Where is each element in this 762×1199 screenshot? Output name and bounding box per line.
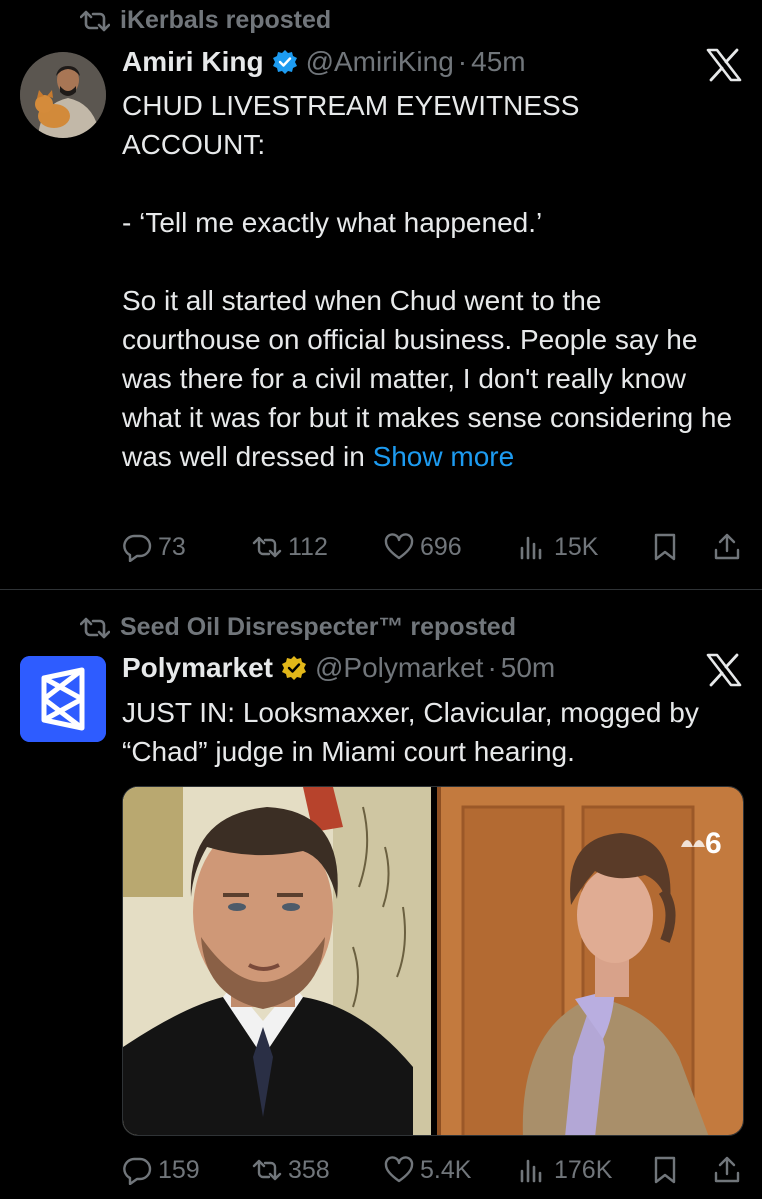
action-bar: 73 112 696 15K <box>122 530 744 564</box>
reply-count: 159 <box>158 1155 200 1184</box>
post-header: Amiri King @AmiriKing · 45m <box>122 46 526 78</box>
views-icon <box>520 1159 542 1183</box>
separator: · <box>487 652 497 683</box>
avatar-photo <box>20 52 106 138</box>
repost-icon <box>80 617 110 638</box>
reply-count: 73 <box>158 532 186 561</box>
repost-context[interactable]: iKerbals reposted <box>80 6 331 35</box>
repost-icon <box>252 536 282 558</box>
views-button[interactable]: 15K <box>518 532 598 562</box>
post-header: Polymarket @Polymarket · 50m <box>122 652 555 684</box>
share-button[interactable] <box>712 1155 742 1185</box>
post-text: CHUD LIVESTREAM EYEWITNESS ACCOUNT: - ‘T… <box>122 86 742 476</box>
bookmark-button[interactable] <box>650 532 680 562</box>
like-button[interactable]: 5.4K <box>384 1155 471 1185</box>
views-button[interactable]: 176K <box>518 1155 612 1185</box>
post-amiri-king[interactable]: iKerbals reposted Amiri King @AmiriKing … <box>0 0 762 590</box>
repost-button[interactable]: 358 <box>252 1155 330 1185</box>
repost-icon <box>80 10 110 31</box>
x-logo-icon <box>706 653 742 687</box>
post-text: JUST IN: Looksmaxxer, Clavicular, mogged… <box>122 693 742 771</box>
like-button[interactable]: 696 <box>384 532 462 562</box>
post-time[interactable]: 50m <box>501 652 555 684</box>
text-body: So it all started when Chud went to the … <box>122 281 742 476</box>
like-count: 696 <box>420 532 462 561</box>
like-icon <box>384 533 414 560</box>
text-quote: - ‘Tell me exactly what happened.’ <box>122 207 543 238</box>
bookmark-icon <box>654 533 676 561</box>
polymarket-logo-icon <box>20 656 106 742</box>
post-polymarket[interactable]: Seed Oil Disrespecter™ reposted Polymark… <box>0 591 762 1199</box>
text-line: JUST IN: Looksmaxxer, Clavicular, mogged… <box>122 697 699 728</box>
post-time[interactable]: 45m <box>471 46 525 78</box>
author-handle[interactable]: @AmiriKing <box>306 46 454 78</box>
views-icon <box>520 536 542 560</box>
text-line: CHUD LIVESTREAM EYEWITNESS <box>122 90 580 121</box>
x-logo-icon <box>706 48 742 82</box>
repost-context[interactable]: Seed Oil Disrespecter™ reposted <box>80 613 516 642</box>
action-bar: 159 358 5.4K 176K <box>122 1153 744 1187</box>
like-count: 5.4K <box>420 1155 472 1184</box>
author-name[interactable]: Polymarket <box>122 652 273 684</box>
verified-badge-icon <box>281 656 306 680</box>
repost-count: 112 <box>288 532 328 561</box>
like-icon <box>384 1156 414 1183</box>
avatar[interactable] <box>20 656 106 742</box>
author-handle[interactable]: @Polymarket <box>315 652 483 684</box>
share-button[interactable] <box>712 532 742 562</box>
separator: · <box>457 46 468 77</box>
verified-badge-icon <box>272 50 297 74</box>
text-line: ACCOUNT: <box>122 129 266 160</box>
media-watermark: 6 <box>705 827 722 860</box>
repost-count: 358 <box>288 1155 330 1184</box>
post-media[interactable]: 6 <box>122 786 744 1136</box>
media-image: 6 <box>123 787 743 1135</box>
show-more-link[interactable]: Show more <box>373 441 515 472</box>
bookmark-button[interactable] <box>650 1155 680 1185</box>
reply-icon <box>123 534 152 562</box>
avatar[interactable] <box>20 52 106 138</box>
views-count: 15K <box>554 532 599 561</box>
bookmark-icon <box>654 1156 676 1184</box>
reply-button[interactable]: 73 <box>122 532 186 562</box>
repost-label: Seed Oil Disrespecter™ reposted <box>120 613 516 641</box>
reply-icon <box>123 1157 152 1185</box>
post-divider <box>0 589 762 590</box>
author-name[interactable]: Amiri King <box>122 46 264 78</box>
reply-button[interactable]: 159 <box>122 1155 200 1185</box>
text-line: “Chad” judge in Miami court hearing. <box>122 736 575 767</box>
repost-icon <box>252 1159 282 1181</box>
views-count: 176K <box>554 1155 613 1184</box>
share-icon <box>714 1156 740 1183</box>
repost-button[interactable]: 112 <box>252 532 328 562</box>
repost-label: iKerbals reposted <box>120 6 332 34</box>
share-icon <box>714 533 740 560</box>
